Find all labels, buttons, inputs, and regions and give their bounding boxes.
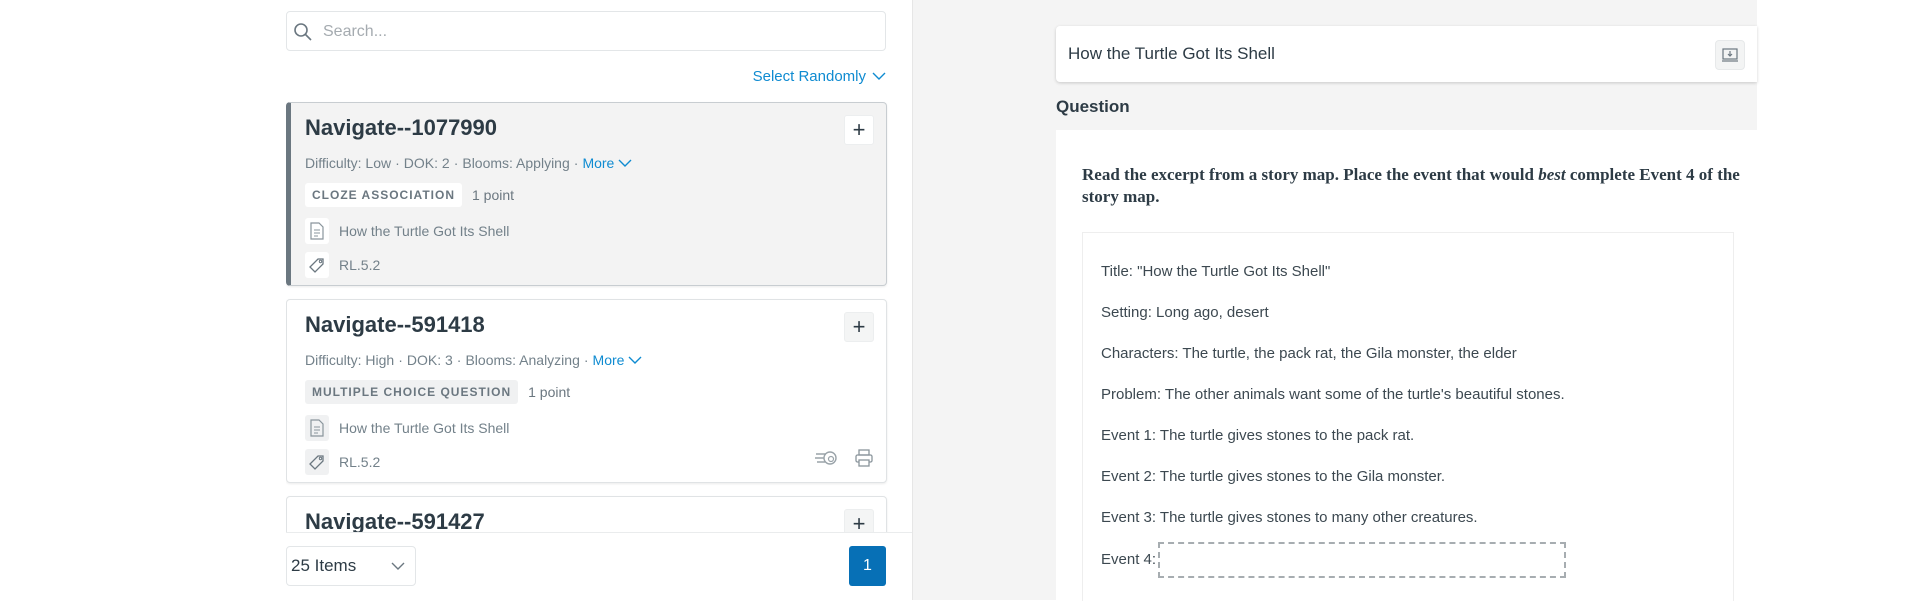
story-line-event-2: Event 2: The turtle gives stones to the … [1101,468,1446,485]
passage-header: How the Turtle Got Its Shell [1056,26,1757,82]
item-meta: Difficulty: Low · DOK: 2 · Blooms: Apply… [305,155,632,171]
event-4-drop-zone[interactable] [1158,542,1567,578]
chevron-down-icon [628,356,642,364]
separator: · [583,352,589,368]
dok-label: DOK: 2 [403,155,450,171]
download-icon [1722,48,1738,62]
standard-label: RL.5.2 [339,454,381,470]
dok-label: DOK: 3 [406,352,453,368]
item-card[interactable]: Navigate--1077990 + Difficulty: Low · DO… [286,102,887,286]
passage-title: How the Turtle Got Its Shell [1068,44,1275,63]
standard-row: RL.5.2 [305,449,380,475]
search-box [286,11,886,51]
more-toggle[interactable]: More [593,352,643,368]
separator: · [573,155,579,171]
add-item-button[interactable]: + [844,115,874,145]
passage-row: How the Turtle Got Its Shell [305,218,509,244]
story-line-characters: Characters: The turtle, the pack rat, th… [1101,345,1517,362]
tag-icon [305,449,329,475]
separator: · [398,352,403,368]
text-to-speech-icon[interactable] [814,449,840,467]
tag-icon [305,252,329,278]
points-label: 1 point [528,384,571,400]
item-title: Navigate--1077990 [305,115,498,140]
passage-link[interactable]: How the Turtle Got Its Shell [339,223,509,239]
items-per-page-select[interactable]: 25 Items [286,546,416,586]
item-type-row: CLOZE ASSOCIATION 1 point [305,183,514,207]
items-per-page-label: 25 Items [291,556,357,575]
expand-passage-button[interactable] [1715,40,1745,70]
card-actions [814,448,874,468]
standard-label: RL.5.2 [339,257,381,273]
story-map: Title: "How the Turtle Got Its Shell" Se… [1082,232,1734,601]
passage-row: How the Turtle Got Its Shell [305,415,509,441]
blooms-label: Blooms: Analyzing [465,352,580,368]
difficulty-label: Difficulty: Low [305,155,392,171]
separator: · [395,155,400,171]
item-title: Navigate--591418 [305,312,485,337]
story-line-event-1: Event 1: The turtle gives stones to the … [1101,427,1415,444]
document-icon [305,415,329,441]
chevron-down-icon [618,159,632,167]
item-preview-panel: How the Turtle Got Its Shell Question Re… [913,0,1757,601]
chevron-down-icon [391,562,405,570]
stem-emphasis: best [1538,165,1566,184]
more-label: More [582,155,615,171]
blooms-label: Blooms: Applying [462,155,570,171]
item-card[interactable]: Navigate--591418 + Difficulty: High · DO… [286,299,887,483]
item-type-badge: CLOZE ASSOCIATION [305,183,462,207]
event-4-label: Event 4: [1101,550,1157,568]
item-bank-panel: Select Randomly Navigate--1077990 + Diff… [286,0,912,600]
story-line-title: Title: "How the Turtle Got Its Shell" [1101,263,1331,280]
question-section-label: Question [1056,97,1130,116]
document-icon [305,218,329,244]
search-input[interactable] [321,20,865,44]
item-type-row: MULTIPLE CHOICE QUESTION 1 point [305,380,570,404]
points-label: 1 point [472,187,515,203]
story-line-event-4: Event 4: [1101,542,1567,578]
passage-link[interactable]: How the Turtle Got Its Shell [339,420,509,436]
search-icon [294,23,312,41]
story-line-problem: Problem: The other animals want some of … [1101,386,1565,403]
pagination-bar: 25 Items 1 [286,532,912,600]
chevron-down-icon [872,72,886,80]
select-randomly-dropdown[interactable]: Select Randomly [753,68,886,85]
more-label: More [592,352,625,368]
question-stem: Read the excerpt from a story map. Place… [1082,164,1742,208]
item-type-badge: MULTIPLE CHOICE QUESTION [305,380,519,404]
item-meta: Difficulty: High · DOK: 3 · Blooms: Anal… [305,352,642,368]
print-icon[interactable] [854,448,874,468]
more-toggle[interactable]: More [582,155,632,171]
story-line-setting: Setting: Long ago, desert [1101,304,1269,321]
add-item-button[interactable]: + [844,312,874,342]
question-card: Read the excerpt from a story map. Place… [1056,130,1757,601]
stem-text: Read the excerpt from a story map. Place… [1082,165,1539,184]
separator: · [456,352,462,368]
standard-row: RL.5.2 [305,252,380,278]
page-button-1[interactable]: 1 [849,546,886,586]
separator: · [453,155,459,171]
story-line-event-3: Event 3: The turtle gives stones to many… [1101,509,1478,526]
select-randomly-label: Select Randomly [752,68,866,85]
difficulty-label: Difficulty: High [305,352,395,368]
